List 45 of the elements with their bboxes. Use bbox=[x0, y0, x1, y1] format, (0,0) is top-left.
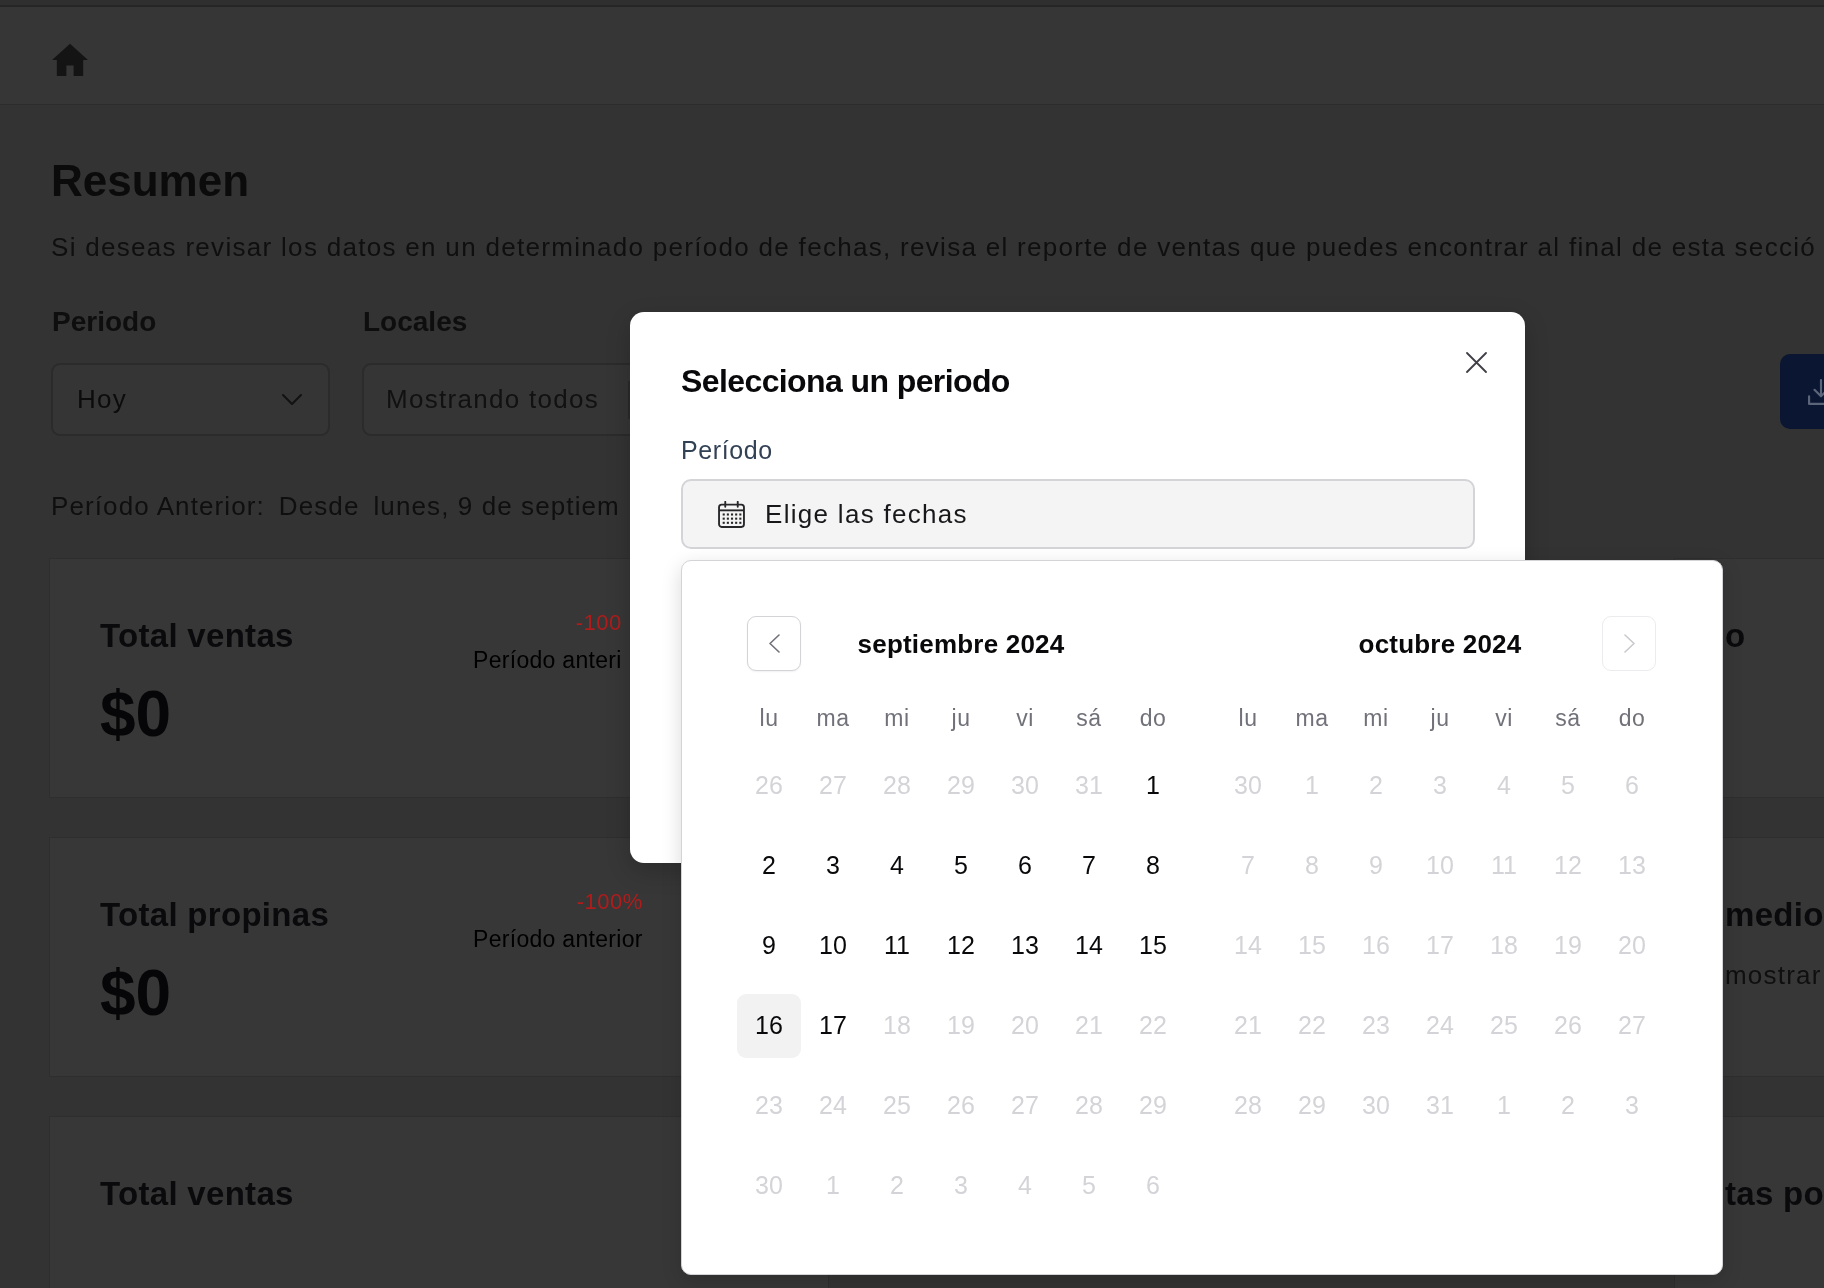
calendar-day[interactable]: 4 bbox=[865, 834, 929, 898]
calendar-day[interactable]: 7 bbox=[1057, 834, 1121, 898]
calendar-day[interactable]: 15 bbox=[1121, 914, 1185, 978]
calendar-day[interactable]: 9 bbox=[737, 914, 801, 978]
calendar-day[interactable]: 5 bbox=[929, 834, 993, 898]
calendar-day[interactable]: 16 bbox=[737, 994, 801, 1058]
weekday-label: vi bbox=[1016, 704, 1034, 732]
calendar-icon bbox=[718, 500, 745, 528]
calendar-day[interactable]: 6 bbox=[993, 834, 1057, 898]
weekday-label: mi bbox=[1363, 704, 1389, 732]
calendar-day[interactable]: 10 bbox=[801, 914, 865, 978]
calendar-day[interactable]: 12 bbox=[929, 914, 993, 978]
chevron-left-icon bbox=[768, 634, 780, 653]
chevron-right-icon bbox=[1623, 634, 1635, 653]
weekday-label: ma bbox=[816, 704, 850, 732]
month-title: septiembre 2024 bbox=[857, 627, 1065, 660]
change-percent: -100 bbox=[575, 609, 622, 637]
weekday-label: lu bbox=[1238, 704, 1258, 732]
calendar-day[interactable]: 2 bbox=[737, 834, 801, 898]
weekday-label: do bbox=[1139, 704, 1167, 732]
weekday-label: ju bbox=[1430, 704, 1450, 732]
calendar-day[interactable]: 11 bbox=[865, 914, 929, 978]
weekday-label: lu bbox=[759, 704, 779, 732]
calendar-day[interactable]: 14 bbox=[1057, 914, 1121, 978]
month-title: octubre 2024 bbox=[1358, 627, 1522, 660]
weekday-label: ju bbox=[951, 704, 971, 732]
weekday-label: mi bbox=[884, 704, 910, 732]
weekday-label: vi bbox=[1495, 704, 1513, 732]
calendar-day[interactable]: 13 bbox=[993, 914, 1057, 978]
chevron-down-icon bbox=[282, 394, 302, 405]
weekday-label: sá bbox=[1555, 704, 1581, 732]
field-label: Período bbox=[681, 435, 773, 465]
calendar-day[interactable]: 17 bbox=[801, 994, 865, 1058]
close-icon bbox=[1466, 352, 1487, 373]
change-percent: -100% bbox=[576, 888, 643, 916]
weekday-label: sá bbox=[1076, 704, 1102, 732]
date-field[interactable]: Elige las fechas bbox=[681, 479, 1475, 549]
calendar-day[interactable]: 1 bbox=[1121, 754, 1185, 818]
home-icon[interactable] bbox=[52, 43, 88, 76]
close-button[interactable] bbox=[1466, 352, 1487, 373]
previous-month-button[interactable] bbox=[747, 616, 801, 671]
weekday-label: ma bbox=[1295, 704, 1329, 732]
calendar-day[interactable]: 3 bbox=[801, 834, 865, 898]
weekday-label: do bbox=[1618, 704, 1646, 732]
calendar-day[interactable]: 8 bbox=[1121, 834, 1185, 898]
